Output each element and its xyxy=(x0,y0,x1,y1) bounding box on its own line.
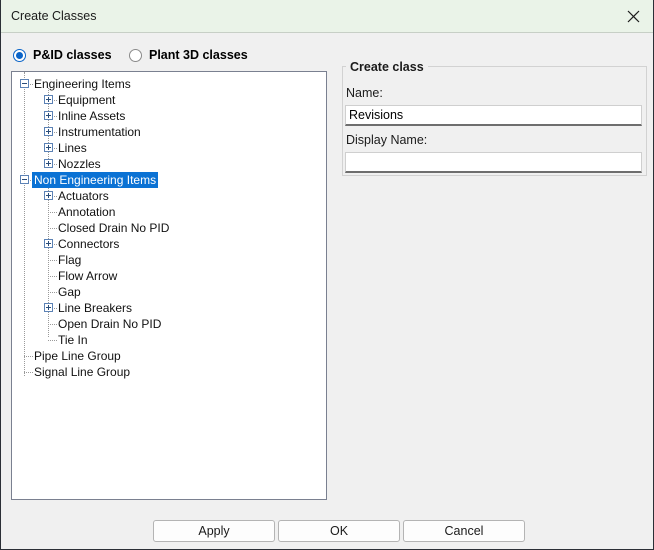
tree-item-tie-in[interactable]: Tie In xyxy=(12,332,326,348)
tree-item-non-engineering-items[interactable]: Non Engineering Items xyxy=(12,172,326,188)
expand-icon[interactable] xyxy=(44,111,53,120)
tree-item-gap[interactable]: Gap xyxy=(12,284,326,300)
expand-icon[interactable] xyxy=(44,239,53,248)
tree-item-label: Tie In xyxy=(58,333,88,347)
tree-item-label: Signal Line Group xyxy=(34,365,131,379)
close-button[interactable] xyxy=(611,0,653,32)
tree-item-label: Annotation xyxy=(58,205,116,219)
tree-item-closed-drain-no-pid[interactable]: Closed Drain No PID xyxy=(12,220,326,236)
expand-icon[interactable] xyxy=(44,127,53,136)
name-label: Name: xyxy=(346,86,383,100)
name-input[interactable] xyxy=(345,105,642,126)
class-tree: Engineering Items Equipment Inline Assets I… xyxy=(12,72,326,380)
class-type-radio-group: P&ID classes Plant 3D classes xyxy=(1,45,653,67)
radio-plant3d-classes-label: Plant 3D classes xyxy=(149,48,248,62)
tree-item-label: Connectors xyxy=(58,237,120,251)
tree-item-open-drain-no-pid[interactable]: Open Drain No PID xyxy=(12,316,326,332)
expand-icon[interactable] xyxy=(44,159,53,168)
tree-item-label: Open Drain No PID xyxy=(58,317,162,331)
tree-item-pipe-line-group[interactable]: Pipe Line Group xyxy=(12,348,326,364)
radio-plant3d-classes[interactable]: Plant 3D classes xyxy=(129,45,248,65)
tree-item-label: Flow Arrow xyxy=(58,269,118,283)
tree-item-label: Gap xyxy=(58,285,81,299)
radio-selected-icon xyxy=(13,48,26,62)
display-name-input[interactable] xyxy=(345,152,642,173)
tree-item-label: Actuators xyxy=(58,189,109,203)
expand-icon[interactable] xyxy=(44,143,53,152)
page-title: Create Classes xyxy=(11,9,97,23)
tree-item-label: Flag xyxy=(58,253,82,267)
ok-button[interactable]: OK xyxy=(278,520,400,542)
tree-item-label: Lines xyxy=(58,141,87,155)
expand-icon[interactable] xyxy=(44,95,53,104)
cancel-button[interactable]: Cancel xyxy=(403,520,525,542)
tree-item-equipment[interactable]: Equipment xyxy=(12,92,326,108)
tree-item-actuators[interactable]: Actuators xyxy=(12,188,326,204)
tree-item-line-breakers[interactable]: Line Breakers xyxy=(12,300,326,316)
collapse-icon[interactable] xyxy=(20,79,29,88)
tree-item-label: Equipment xyxy=(58,93,116,107)
display-name-label: Display Name: xyxy=(346,133,428,147)
create-classes-dialog: Create Classes P&ID classes Plant 3D cla… xyxy=(0,0,654,550)
tree-item-label: Engineering Items xyxy=(34,77,131,91)
close-icon xyxy=(627,10,640,23)
tree-item-flow-arrow[interactable]: Flow Arrow xyxy=(12,268,326,284)
expand-icon[interactable] xyxy=(44,191,53,200)
radio-pid-classes-label: P&ID classes xyxy=(33,48,112,62)
tree-item-label: Non Engineering Items xyxy=(32,172,159,188)
tree-item-nozzles[interactable]: Nozzles xyxy=(12,156,326,172)
collapse-icon[interactable] xyxy=(20,175,29,184)
create-class-group-title: Create class xyxy=(346,60,428,74)
radio-unselected-icon xyxy=(129,48,142,62)
title-bar: Create Classes xyxy=(1,0,653,33)
tree-item-annotation[interactable]: Annotation xyxy=(12,204,326,220)
tree-item-instrumentation[interactable]: Instrumentation xyxy=(12,124,326,140)
tree-item-engineering-items[interactable]: Engineering Items xyxy=(12,76,326,92)
tree-item-flag[interactable]: Flag xyxy=(12,252,326,268)
tree-item-label: Nozzles xyxy=(58,157,101,171)
tree-item-connectors[interactable]: Connectors xyxy=(12,236,326,252)
tree-item-signal-line-group[interactable]: Signal Line Group xyxy=(12,364,326,380)
radio-pid-classes[interactable]: P&ID classes xyxy=(13,45,112,65)
tree-item-label: Instrumentation xyxy=(58,125,141,139)
expand-icon[interactable] xyxy=(44,303,53,312)
apply-button[interactable]: Apply xyxy=(153,520,275,542)
class-tree-panel[interactable]: Engineering Items Equipment Inline Assets I… xyxy=(11,71,327,500)
tree-item-label: Closed Drain No PID xyxy=(58,221,170,235)
tree-item-label: Line Breakers xyxy=(58,301,133,315)
tree-item-inline-assets[interactable]: Inline Assets xyxy=(12,108,326,124)
tree-item-label: Pipe Line Group xyxy=(34,349,121,363)
tree-item-label: Inline Assets xyxy=(58,109,126,123)
tree-item-lines[interactable]: Lines xyxy=(12,140,326,156)
